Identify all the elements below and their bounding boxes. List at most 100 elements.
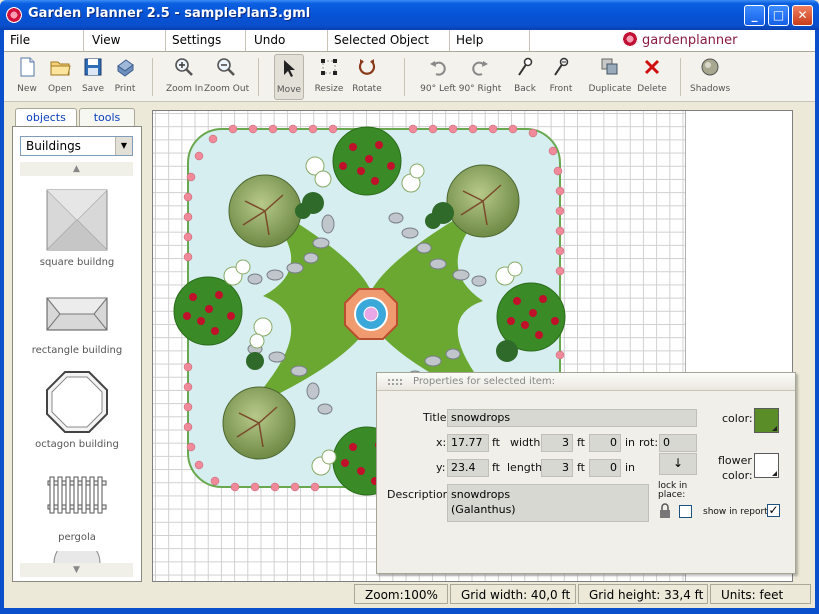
rotate-left-icon: [430, 61, 446, 76]
object-label: square buildng: [39, 257, 115, 268]
width-unit-in: in: [625, 436, 636, 449]
object-rectangle-building[interactable]: rectangle building: [13, 297, 141, 356]
width-in-field[interactable]: 0: [589, 434, 621, 452]
minimize-button[interactable]: _: [744, 5, 765, 26]
delete-button[interactable]: Delete: [634, 54, 670, 100]
menu-help[interactable]: Help: [450, 30, 530, 51]
zoom-out-icon: [217, 58, 235, 76]
printer-icon: [117, 59, 134, 77]
front-button[interactable]: Front: [546, 54, 576, 100]
tab-objects[interactable]: objects: [15, 108, 77, 126]
length-label: length:: [507, 461, 546, 474]
shadows-label: Shadows: [690, 84, 731, 94]
object-label: rectangle building: [31, 345, 123, 356]
new-button[interactable]: New: [12, 54, 42, 100]
menu-undo[interactable]: Undo: [248, 30, 328, 51]
lock-in-place-checkbox[interactable]: [679, 505, 692, 518]
window-border-right: [815, 30, 819, 614]
toolbar-separator: [152, 58, 153, 96]
brand-logo: gardenplanner: [622, 31, 737, 51]
zoom-out-label: Zoom Out: [204, 84, 250, 94]
close-button[interactable]: ✕: [792, 5, 813, 26]
description-line: snowdrops: [451, 488, 511, 501]
send-back-icon: [518, 57, 533, 76]
rotate-button[interactable]: Rotate: [350, 54, 384, 100]
title-field[interactable]: snowdrops: [447, 409, 697, 427]
pergola-icon: [47, 476, 107, 514]
category-select[interactable]: Buildings ▼: [20, 136, 133, 156]
print-label: Print: [114, 84, 136, 94]
print-button[interactable]: Print: [110, 54, 140, 100]
save-button[interactable]: Save: [78, 54, 108, 100]
x-unit-ft: ft: [492, 436, 500, 449]
length-in-field[interactable]: 0: [589, 459, 621, 477]
front-label: Front: [549, 84, 573, 94]
chevron-down-icon[interactable]: ▼: [115, 137, 132, 155]
rotate-right-button[interactable]: 90° Right: [458, 54, 502, 100]
properties-panel: Properties for selected item: Title: sno…: [376, 372, 796, 574]
object-pergola[interactable]: pergola: [13, 475, 141, 543]
toolbar-separator: [404, 58, 405, 96]
width-ft-field[interactable]: 3: [541, 434, 573, 452]
y-unit-ft: ft: [492, 461, 500, 474]
maximize-button[interactable]: □: [768, 5, 789, 26]
object-square-building[interactable]: square buildng: [13, 189, 141, 268]
menu-view[interactable]: View: [86, 30, 166, 51]
y-field[interactable]: 23.4: [447, 459, 489, 477]
drag-grip-icon[interactable]: [387, 378, 403, 386]
description-line: (Galanthus): [451, 503, 516, 516]
open-button[interactable]: Open: [44, 54, 76, 100]
menu-file[interactable]: File: [4, 30, 84, 51]
cursor-arrow-icon: [284, 60, 295, 77]
width-unit-ft: ft: [577, 436, 585, 449]
show-in-report-checkbox[interactable]: ✓: [767, 504, 780, 517]
rotate-right-icon: [472, 61, 488, 76]
color-label: color:: [722, 412, 753, 425]
description-field[interactable]: snowdrops (Galanthus): [447, 484, 649, 522]
x-label: x:: [436, 436, 447, 449]
scroll-down-arrow[interactable]: ▼: [20, 563, 133, 577]
swatch-corner: [772, 471, 777, 476]
length-unit-in: in: [625, 461, 636, 474]
length-ft-field[interactable]: 3: [541, 459, 573, 477]
floppy-disk-icon: [84, 58, 102, 76]
zoom-in-button[interactable]: Zoom In: [166, 54, 203, 100]
delete-label: Delete: [637, 84, 667, 94]
flower-color-label: color:: [722, 469, 753, 482]
description-label: Description:: [387, 488, 454, 501]
menu-settings[interactable]: Settings: [166, 30, 246, 51]
color-swatch[interactable]: [754, 408, 779, 433]
tab-tools[interactable]: tools: [79, 108, 135, 126]
status-grid-height: Grid height: 33,4 ft: [578, 584, 708, 604]
object-list: Buildings ▼ ▲ square buildng rectangle b…: [12, 126, 142, 582]
window-border-bottom: [0, 608, 819, 614]
properties-header[interactable]: Properties for selected item:: [377, 373, 795, 391]
move-button[interactable]: Move: [274, 54, 304, 100]
toolbar: New Open Save Print Zoom In Zoom Out Mov…: [4, 52, 815, 102]
shadows-button[interactable]: Shadows: [690, 54, 730, 100]
flower-color-label: flower: [718, 454, 752, 467]
properties-header-label: Properties for selected item:: [413, 376, 555, 387]
duplicate-label: Duplicate: [588, 84, 632, 94]
x-field[interactable]: 17.77: [447, 434, 489, 452]
resize-label: Resize: [314, 84, 344, 94]
resize-button[interactable]: Resize: [312, 54, 346, 100]
rotate-left-button[interactable]: 90° Left: [418, 54, 458, 100]
rotation-arrow-icon[interactable]: ↓: [659, 453, 697, 475]
delete-x-icon: [644, 59, 660, 75]
duplicate-button[interactable]: Duplicate: [588, 54, 632, 100]
scroll-up-arrow[interactable]: ▲: [20, 162, 133, 176]
folder-icon: [50, 61, 71, 76]
menu-bar: File View Settings Undo Selected Object …: [4, 30, 815, 52]
back-button[interactable]: Back: [510, 54, 540, 100]
lock-label: place:: [658, 490, 686, 500]
object-octagon-building[interactable]: octagon building: [13, 371, 141, 450]
object-partial-next: [13, 551, 141, 563]
menu-selected-object[interactable]: Selected Object: [328, 30, 450, 51]
zoom-out-button[interactable]: Zoom Out: [204, 54, 250, 100]
rot-field[interactable]: 0: [659, 434, 697, 452]
flower-color-swatch[interactable]: [754, 453, 779, 478]
status-zoom: Zoom:100%: [354, 584, 448, 604]
duplicate-icon: [601, 58, 618, 75]
fountain[interactable]: [344, 288, 398, 340]
